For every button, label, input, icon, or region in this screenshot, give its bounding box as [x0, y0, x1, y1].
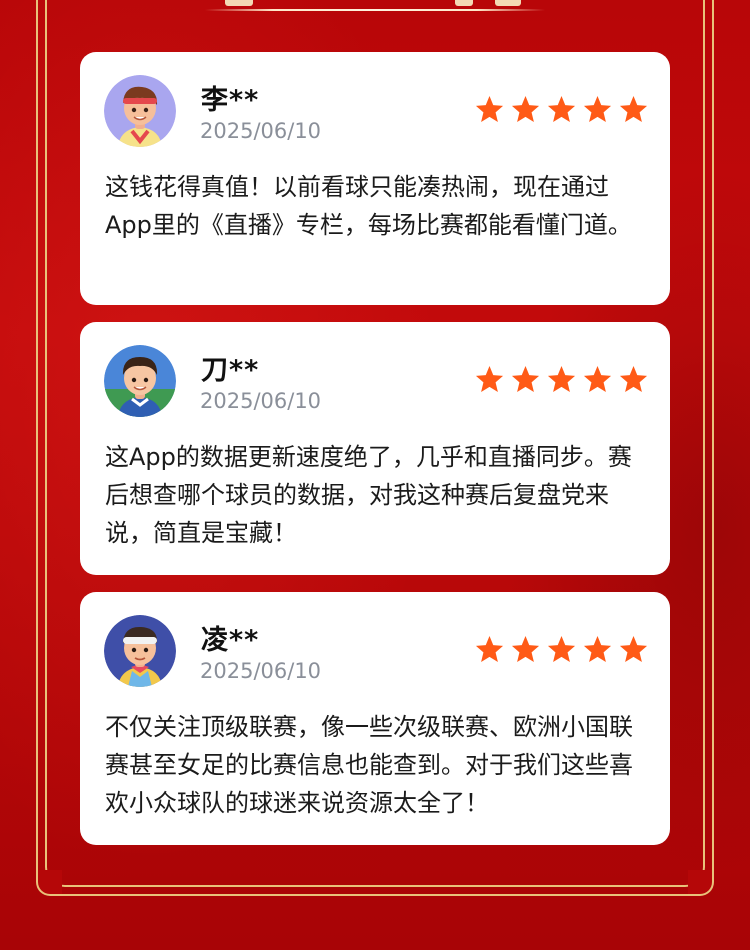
star-icon	[619, 95, 648, 123]
reviewer-name: 凌**	[201, 625, 260, 656]
review-date: 2025/06/10	[200, 119, 322, 143]
star-icon	[547, 95, 576, 123]
star-icon	[583, 365, 612, 393]
boy-stadium-avatar-icon	[104, 345, 176, 417]
star-icon	[547, 365, 576, 393]
frame-corner-bottom-left	[36, 870, 62, 896]
review-text: 这App的数据更新速度绝了，几乎和直播同步。赛后想查哪个球员的数据，对我这种赛后…	[105, 443, 632, 547]
star-icon	[583, 95, 612, 123]
reviewer-name: 刀**	[201, 355, 260, 386]
star-icon	[511, 365, 540, 393]
reviewer-name: 李**	[201, 85, 260, 116]
star-icon	[511, 95, 540, 123]
review-text: 这钱花得真值！以前看球只能凑热闹，现在通过App里的《直播》专栏，每场比赛都能看…	[105, 173, 632, 239]
star-rating	[474, 634, 649, 668]
star-icon	[475, 95, 504, 123]
star-icon	[475, 635, 504, 663]
review-text: 不仅关注顶级联赛，像一些次级联赛、欧洲小国联赛甚至女足的比赛信息也能查到。对于我…	[105, 713, 633, 817]
star-icon	[475, 365, 504, 393]
star-icon	[583, 635, 612, 663]
review-date: 2025/06/10	[200, 659, 322, 683]
star-icon	[619, 365, 648, 393]
boy-bandana-avatar-icon	[104, 615, 176, 687]
review-date: 2025/06/10	[200, 389, 322, 413]
boy-headband-avatar-icon	[104, 75, 176, 147]
star-rating	[474, 364, 649, 398]
review-card: 凌** 2025/06/10 不仅关注顶级联赛，像一些次级联赛、欧洲小国联赛甚至…	[80, 592, 670, 845]
star-rating	[474, 94, 649, 128]
star-icon	[511, 635, 540, 663]
star-icon	[619, 635, 648, 663]
star-icon	[547, 635, 576, 663]
frame-corner-bottom-right	[688, 870, 714, 896]
review-card: 刀** 2025/06/10 这App的数据更新速度绝了，几乎和直播同步。赛后想…	[80, 322, 670, 575]
review-card: 李** 2025/06/10 这钱花得真值！以前看球只能凑热闹，现在通过App里…	[80, 52, 670, 305]
